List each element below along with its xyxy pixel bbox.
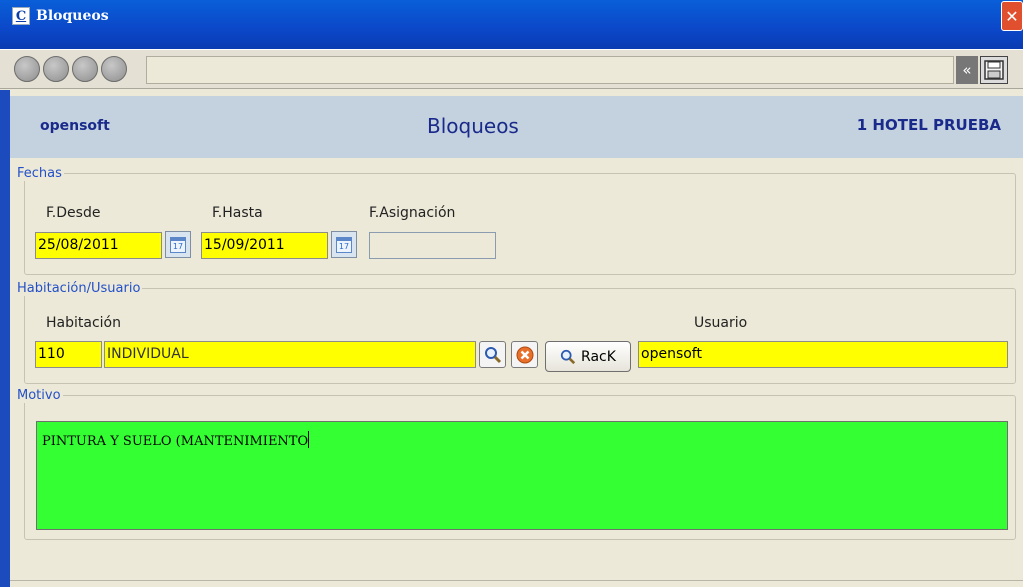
hasta-label: F.Hasta [212,205,263,221]
page-title: Bloqueos [427,114,519,138]
window-title-area: C Bloqueos [12,1,109,31]
rack-button[interactable]: RacK [545,341,631,372]
habitacion-usuario-group: Habitación/Usuario [17,281,1016,384]
window-title: Bloqueos [36,8,109,24]
search-button[interactable] [479,341,506,368]
title-bar: C Bloqueos ✕ [0,0,1023,50]
fechas-group: Fechas [17,166,1016,275]
status-divider [10,580,1023,581]
app-icon: C [12,7,30,25]
left-border [0,90,10,587]
motivo-textarea[interactable]: PINTURA Y SUELO (MANTENIMIENTO [36,421,1008,530]
toolbar-circle-button[interactable] [43,56,69,82]
header-band: opensoft Bloqueos 1 HOTEL PRUEBA [10,96,1023,158]
desde-date-field[interactable]: 25/08/2011 [35,232,162,259]
company-name: opensoft [40,118,110,134]
asignacion-label: F.Asignación [369,205,456,221]
toolbar: « [0,49,1023,89]
hasta-calendar-button[interactable]: 17 [331,231,357,258]
usuario-field[interactable]: opensoft [638,341,1008,368]
save-button[interactable] [980,56,1008,84]
toolbar-buttons [14,56,127,84]
search-icon [484,346,501,363]
toolbar-field [146,56,954,84]
habitacion-label: Habitación [46,315,121,331]
habitacion-usuario-legend: Habitación/Usuario [17,281,141,296]
toolbar-circle-button[interactable] [72,56,98,82]
search-icon [560,349,576,364]
close-button[interactable]: ✕ [1001,1,1023,31]
clear-icon [516,346,533,363]
calendar-icon: 17 [336,236,352,253]
fechas-legend: Fechas [17,166,62,181]
desde-label: F.Desde [46,205,101,221]
motivo-text: PINTURA Y SUELO (MANTENIMIENTO [42,434,309,449]
calendar-icon: 17 [170,236,186,253]
text-caret [308,431,310,448]
hasta-date-field[interactable]: 15/09/2011 [201,232,328,259]
collapse-button[interactable]: « [956,56,978,84]
habitacion-type-field: INDIVIDUAL [104,341,476,368]
usuario-label: Usuario [694,315,748,331]
rack-button-label: RacK [581,348,616,365]
habitacion-number-field[interactable]: 110 [35,341,102,368]
floppy-disk-icon [984,60,1004,80]
clear-button[interactable] [511,341,538,368]
motivo-legend: Motivo [17,388,61,403]
desde-calendar-button[interactable]: 17 [165,231,191,258]
asignacion-date-field[interactable] [369,232,496,259]
hotel-name: 1 HOTEL PRUEBA [856,116,1001,134]
toolbar-circle-button[interactable] [14,56,40,82]
toolbar-circle-button[interactable] [101,56,127,82]
